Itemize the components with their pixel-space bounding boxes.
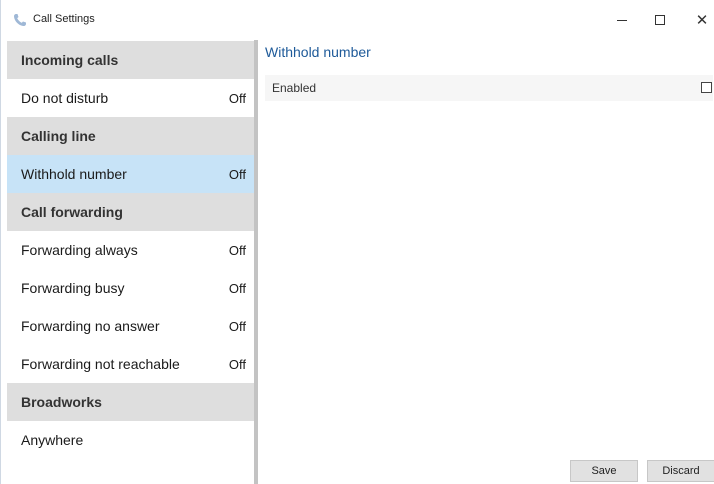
settings-sidebar: Incoming calls Do not disturb Off Calling l…: [7, 41, 254, 484]
phone-icon: [14, 14, 26, 26]
panel-title: Withhold number: [265, 44, 371, 60]
sidebar-row-label: Incoming calls: [21, 52, 119, 68]
sidebar-row-status: Off: [228, 280, 246, 296]
minimize-button[interactable]: [604, 6, 640, 34]
minimize-icon: [617, 19, 627, 21]
sidebar-row-status: Off: [228, 318, 246, 334]
sidebar-row-label: Forwarding always: [21, 242, 138, 258]
sidebar-item-withhold-number[interactable]: Withhold number Off: [7, 155, 254, 193]
save-button[interactable]: Save: [570, 460, 638, 482]
title-bar[interactable]: Call Settings ✕: [1, 0, 714, 38]
sidebar-row-label: Forwarding busy: [21, 280, 125, 296]
sidebar-item-forwarding-busy[interactable]: Forwarding busy Off: [7, 269, 254, 307]
maximize-icon: [655, 15, 665, 25]
enabled-setting-row[interactable]: Enabled: [265, 75, 713, 101]
close-icon: ✕: [695, 11, 709, 29]
close-button[interactable]: ✕: [684, 6, 714, 34]
window-title: Call Settings: [33, 13, 95, 25]
sidebar-item-forwarding-always[interactable]: Forwarding always Off: [7, 231, 254, 269]
sidebar-row-status: Off: [228, 356, 246, 372]
sidebar-row-status: Off: [228, 242, 246, 258]
sidebar-item-anywhere[interactable]: Anywhere: [7, 421, 254, 459]
sidebar-row-status: Off: [228, 90, 246, 106]
sidebar-row-label: Anywhere: [21, 432, 84, 448]
sidebar-row-label: Forwarding not reachable: [21, 356, 180, 372]
enabled-checkbox[interactable]: [701, 82, 712, 93]
sidebar-row-label: Forwarding no answer: [21, 318, 160, 334]
detail-panel: Withhold number Enabled Save Discard: [258, 38, 714, 484]
sidebar-section-call-forwarding: Call forwarding: [7, 193, 254, 231]
enabled-label: Enabled: [272, 81, 317, 95]
sidebar-row-label: Do not disturb: [21, 90, 109, 106]
sidebar-row-label: Broadworks: [21, 394, 102, 410]
sidebar-row-label: Calling line: [21, 128, 96, 144]
sidebar-section-incoming-calls: Incoming calls: [7, 41, 254, 79]
sidebar-row-status: Off: [228, 166, 246, 182]
discard-button[interactable]: Discard: [647, 460, 714, 482]
sidebar-section-calling-line: Calling line: [7, 117, 254, 155]
sidebar-row-label: Call forwarding: [21, 204, 123, 220]
sidebar-row-label: Withhold number: [21, 166, 127, 182]
sidebar-item-forwarding-not-reachable[interactable]: Forwarding not reachable Off: [7, 345, 254, 383]
sidebar-item-do-not-disturb[interactable]: Do not disturb Off: [7, 79, 254, 117]
call-settings-window: Call Settings ✕ Incoming calls Do not dis…: [0, 0, 714, 484]
sidebar-item-forwarding-no-answer[interactable]: Forwarding no answer Off: [7, 307, 254, 345]
sidebar-section-broadworks: Broadworks: [7, 383, 254, 421]
maximize-button[interactable]: [642, 6, 678, 34]
